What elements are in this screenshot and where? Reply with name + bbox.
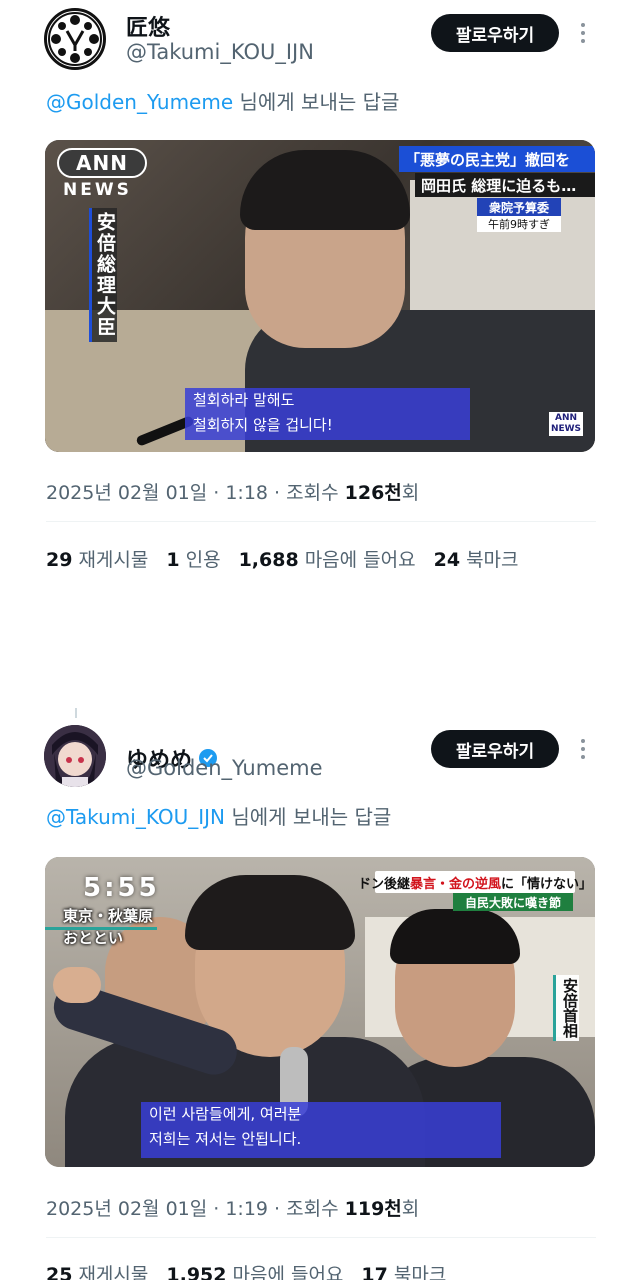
tweet-stats: 29 재게시물 1 인용 1,688 마음에 들어요 24 북마크 bbox=[46, 545, 519, 572]
avatar[interactable] bbox=[44, 8, 106, 70]
reply-suffix: 님에게 보내는 답글 bbox=[225, 805, 392, 829]
quotes-stat[interactable]: 1 인용 bbox=[166, 545, 220, 572]
avatar[interactable] bbox=[44, 725, 106, 787]
caption-vertical-title: 安倍総理大臣 bbox=[89, 208, 117, 342]
broadcast-clock: 5:55 bbox=[83, 873, 160, 903]
speaker-hair bbox=[185, 875, 355, 950]
meta-views: 119천 bbox=[344, 1198, 402, 1220]
tweet-meta: 2025년 02월 01일 · 1:19 · 조회수 119천회 bbox=[46, 1194, 419, 1221]
ann-corner-logo: ANN NEWS bbox=[549, 412, 583, 436]
caption-headline-sub: 岡田氏 総理に迫るも… bbox=[415, 173, 595, 197]
ann-news-label: NEWS bbox=[63, 180, 132, 200]
retweets-stat[interactable]: 25 재게시물 bbox=[46, 1260, 148, 1280]
meta-views: 126천 bbox=[344, 482, 402, 504]
subtitle-line-2: 철회하지 않을 겁니다! bbox=[193, 416, 333, 434]
tweet-media-image[interactable]: 5:55 東京・秋葉原 おととい ドン後継 暴言・金の逆風 に「情けない」 自民大敗… bbox=[45, 857, 595, 1167]
tweet-stats: 25 재게시물 1,952 마음에 들어요 17 북마크 bbox=[46, 1260, 446, 1280]
tweet-meta: 2025년 02월 01일 · 1:18 · 조회수 126천회 bbox=[46, 478, 419, 505]
likes-stat[interactable]: 1,688 마음에 들어요 bbox=[239, 545, 416, 572]
speaker-hand bbox=[53, 967, 101, 1003]
bookmarks-stat[interactable]: 24 북마크 bbox=[434, 545, 519, 572]
tweet-media-image[interactable]: ANN NEWS 安倍総理大臣 「悪夢の民主党」撤回を 岡田氏 総理に迫るも… … bbox=[45, 140, 595, 452]
reply-mention-link[interactable]: @Golden_Yumeme bbox=[46, 90, 233, 114]
follow-button[interactable]: 팔로우하기 bbox=[431, 14, 559, 52]
subtitle-line-1: 이런 사람들에게, 여러분 bbox=[149, 1105, 302, 1123]
handle[interactable]: @Golden_Yumeme bbox=[126, 756, 323, 780]
caption-headline: 「悪夢の民主党」撤回を bbox=[399, 146, 595, 172]
divider bbox=[46, 521, 596, 522]
ann-logo: ANN bbox=[57, 148, 147, 178]
caption-venue: 衆院予算委 bbox=[477, 198, 561, 216]
subtitle-line-1: 철회하라 말해도 bbox=[193, 391, 295, 409]
caption-headline: ドン後継 暴言・金の逆風 に「情けない」 bbox=[358, 871, 592, 893]
more-options-icon[interactable] bbox=[574, 18, 592, 48]
caption-place-line-1: 東京・秋葉原 bbox=[63, 907, 154, 925]
follow-button[interactable]: 팔로우하기 bbox=[431, 730, 559, 768]
reply-suffix: 님에게 보내는 답글 bbox=[233, 90, 400, 114]
bookmarks-stat[interactable]: 17 북마크 bbox=[361, 1260, 446, 1280]
reply-mention-link[interactable]: @Takumi_KOU_IJN bbox=[46, 805, 225, 829]
divider bbox=[46, 1237, 596, 1238]
name-row: 匠悠 bbox=[126, 10, 170, 42]
display-name[interactable]: 匠悠 bbox=[126, 10, 170, 42]
tweet-1: 匠悠 @Takumi_KOU_IJN 팔로우하기 @Golden_Yumeme … bbox=[0, 0, 640, 620]
caption-headline-sub: 自民大敗に嘆き節 bbox=[453, 893, 573, 911]
handle[interactable]: @Takumi_KOU_IJN bbox=[126, 40, 314, 64]
caption-time: 午前9時すぎ bbox=[477, 216, 561, 232]
caption-accent-line bbox=[45, 927, 157, 930]
more-options-icon[interactable] bbox=[574, 734, 592, 764]
meta-views-suffix: 회 bbox=[401, 1198, 420, 1220]
reply-to-line: @Golden_Yumeme 님에게 보내는 답글 bbox=[46, 86, 399, 115]
subtitle-overlay: 이런 사람들에게, 여러분 저희는 져서는 안됩니다. bbox=[141, 1102, 501, 1158]
meta-views-suffix: 회 bbox=[401, 482, 420, 504]
caption-place-line-2: おととい bbox=[63, 929, 124, 947]
subtitle-overlay: 철회하라 말해도 철회하지 않을 겁니다! bbox=[185, 388, 470, 440]
retweets-stat[interactable]: 29 재게시물 bbox=[46, 545, 148, 572]
meta-date[interactable]: 2025년 02월 01일 · 1:18 · 조회수 bbox=[46, 482, 345, 504]
meta-date[interactable]: 2025년 02월 01일 · 1:19 · 조회수 bbox=[46, 1198, 345, 1220]
subtitle-line-2: 저희는 져서는 안됩니다. bbox=[149, 1130, 302, 1148]
tweet-2: ゆめめ @Golden_Yumeme 팔로우하기 @Takumi_KOU_IJN… bbox=[0, 715, 640, 1280]
crest-icon bbox=[48, 12, 102, 66]
right-person-hair bbox=[390, 909, 520, 964]
caption-vertical-title: 安倍首相 bbox=[553, 975, 579, 1041]
likes-stat[interactable]: 1,952 마음에 들어요 bbox=[166, 1260, 343, 1280]
reply-to-line: @Takumi_KOU_IJN 님에게 보내는 답글 bbox=[46, 801, 391, 830]
anime-avatar-icon bbox=[44, 725, 106, 787]
